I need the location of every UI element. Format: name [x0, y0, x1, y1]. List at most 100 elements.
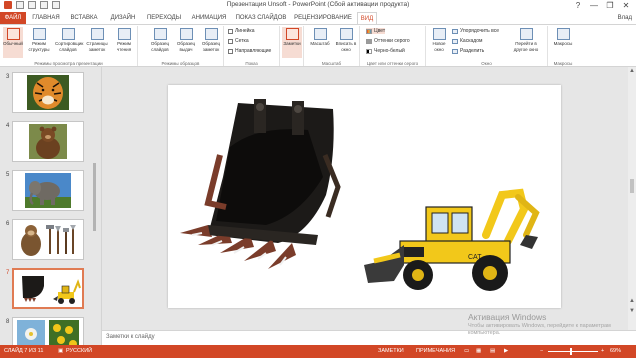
- grayscale-swatch-icon: [366, 38, 372, 44]
- thumbnail-slide-6[interactable]: 6: [0, 219, 92, 263]
- fit-to-window-button[interactable]: Вписать в окно: [334, 27, 358, 58]
- zoom-level[interactable]: 69%: [610, 345, 621, 358]
- slide-master-button[interactable]: Образец слайдов: [148, 27, 172, 58]
- fit-to-window-icon: [339, 28, 353, 40]
- tab-view[interactable]: ВИД: [357, 12, 377, 24]
- split-button[interactable]: Разделить: [452, 48, 484, 54]
- status-bar: СЛАЙД 7 ИЗ 11 ▣ РУССКИЙ ЗАМЕТКИ ПРИМЕЧАН…: [0, 345, 636, 358]
- reading-view-button[interactable]: Режим чтения: [113, 27, 135, 58]
- magnifier-icon: [313, 28, 327, 40]
- thumbnail-slide-3[interactable]: 3: [0, 72, 92, 116]
- zoom-button[interactable]: Масштаб: [308, 27, 332, 58]
- thumbnail-slide-4[interactable]: 4: [0, 121, 92, 165]
- group-label-zoom: Масштаб: [321, 61, 342, 66]
- thumbnail-slide-7[interactable]: 7: [0, 268, 92, 312]
- gridlines-checkbox-box: [228, 38, 233, 44]
- macros-button[interactable]: Макросы: [552, 27, 574, 58]
- color-swatch-icon: [366, 28, 372, 34]
- tab-transitions[interactable]: ПЕРЕХОДЫ: [144, 12, 184, 24]
- slide-scroll-thumb[interactable]: [630, 179, 634, 193]
- group-color: Цвет Оттенки серого Черно-белый Цвет или…: [360, 26, 426, 66]
- ribbon-tabs: ФАЙЛ ГЛАВНАЯ ВСТАВКА ДИЗАЙН ПЕРЕХОДЫ АНИ…: [0, 12, 636, 24]
- thumbnail-number: 4: [6, 123, 10, 129]
- zoom-in-icon[interactable]: +: [601, 345, 604, 358]
- tab-design[interactable]: ДИЗАЙН: [106, 12, 140, 24]
- scroll-up-icon[interactable]: ▲: [628, 67, 636, 75]
- new-window-button[interactable]: Новое окно: [428, 27, 450, 58]
- notes-master-button[interactable]: Образец заметок: [199, 27, 223, 58]
- current-slide[interactable]: CAT: [168, 85, 561, 308]
- gridlines-checkbox[interactable]: Сетка: [228, 38, 249, 44]
- zoom-slider-track[interactable]: [548, 351, 598, 352]
- window-controls: ? — ❐ ✕: [570, 0, 634, 11]
- notes-page-icon: [90, 28, 104, 40]
- svg-text:CAT: CAT: [468, 254, 482, 261]
- bear-image: [12, 121, 84, 162]
- notes-master-icon: [204, 28, 218, 40]
- notes-page-button[interactable]: Страницы заметок: [85, 27, 109, 58]
- tab-file[interactable]: ФАЙЛ: [0, 12, 26, 24]
- color-option[interactable]: Цвет: [366, 28, 386, 34]
- handout-master-button[interactable]: Образец выдач: [174, 27, 198, 58]
- reading-view-icon: [117, 28, 131, 40]
- slide-master-icon: [153, 28, 167, 40]
- group-label-show: Показ: [245, 61, 258, 66]
- macros-icon: [556, 28, 570, 40]
- switch-windows-button[interactable]: Перейти в другое окно: [508, 27, 544, 58]
- spellcheck-icon[interactable]: ▣: [58, 345, 63, 358]
- notes-status-button[interactable]: ЗАМЕТКИ: [378, 345, 404, 358]
- group-show: Линейка Сетка Направляющие Показ: [224, 26, 280, 66]
- guides-checkbox[interactable]: Направляющие: [228, 48, 271, 54]
- restore-button[interactable]: ❐: [602, 0, 618, 11]
- activation-title: Активация Windows: [468, 312, 547, 322]
- minimize-button[interactable]: —: [586, 0, 602, 11]
- help-button[interactable]: ?: [570, 0, 586, 11]
- windows-activation-watermark: Активация Windows Чтобы активировать Win…: [468, 312, 636, 337]
- tab-home[interactable]: ГЛАВНАЯ: [30, 12, 62, 24]
- arrange-all-icon: [452, 28, 458, 34]
- monkey-and-tools-image: [12, 219, 84, 260]
- slideshow-status-icon[interactable]: ▶: [504, 345, 508, 358]
- backhoe-loader-image: CAT: [364, 188, 540, 291]
- zoom-slider-thumb[interactable]: [570, 348, 572, 355]
- comments-status-button[interactable]: ПРИМЕЧАНИЯ: [416, 345, 455, 358]
- handout-master-icon: [179, 28, 193, 40]
- slide-sorter-status-icon[interactable]: ▦: [476, 345, 481, 358]
- black-white-swatch-icon: [366, 48, 372, 54]
- reading-view-status-icon[interactable]: ▤: [490, 345, 495, 358]
- tab-animation[interactable]: АНИМАЦИЯ: [188, 12, 230, 24]
- normal-view-button[interactable]: Обычный: [3, 27, 23, 58]
- title-bar: Презентация Unsoft - PowerPoint (Сбой ак…: [0, 0, 636, 12]
- slide-sorter-button[interactable]: Сортировщик слайдов: [55, 27, 83, 58]
- normal-view-status-icon[interactable]: ▭: [464, 345, 469, 358]
- ruler-checkbox-box: [228, 28, 233, 34]
- notes-placeholder: Заметки к слайду: [106, 334, 155, 340]
- slide-scrollbar[interactable]: ▲ ▲ ▼: [628, 67, 636, 330]
- split-icon: [452, 48, 458, 54]
- tab-review[interactable]: РЕЦЕНЗИРОВАНИЕ: [292, 12, 354, 24]
- switch-windows-icon: [519, 28, 533, 40]
- tab-insert[interactable]: ВСТАВКА: [66, 12, 102, 24]
- thumbnails-scroll-thumb[interactable]: [93, 163, 96, 231]
- outline-view-button[interactable]: Режим структуры: [27, 27, 51, 58]
- thumbnail-slide-5[interactable]: 5: [0, 170, 92, 214]
- elephant-image: [12, 170, 84, 211]
- black-white-option[interactable]: Черно-белый: [366, 48, 405, 54]
- grayscale-option[interactable]: Оттенки серого: [366, 38, 410, 44]
- scroll-up-page-icon[interactable]: ▲: [628, 297, 636, 305]
- bucket-and-loader-image: [12, 268, 84, 309]
- slide-counter: СЛАЙД 7 ИЗ 11: [4, 348, 44, 354]
- tab-slideshow[interactable]: ПОКАЗ СЛАЙДОВ: [234, 12, 288, 24]
- notes-toggle-button[interactable]: Заметки: [282, 27, 302, 58]
- ruler-checkbox[interactable]: Линейка: [228, 28, 255, 34]
- language-indicator[interactable]: РУССКИЙ: [66, 345, 92, 358]
- ribbon-view: Обычный Режим структуры Сортировщик слай…: [0, 24, 636, 67]
- cascade-button[interactable]: Каскадом: [452, 38, 482, 44]
- thumbnail-number: 6: [6, 221, 10, 227]
- guides-checkbox-box: [228, 48, 233, 54]
- zoom-out-icon[interactable]: −: [540, 345, 543, 358]
- user-account[interactable]: Влад: [618, 12, 632, 24]
- arrange-all-button[interactable]: Упорядочить все: [452, 28, 499, 34]
- close-button[interactable]: ✕: [618, 0, 634, 11]
- group-label-color: Цвет или оттенки серого: [366, 61, 419, 66]
